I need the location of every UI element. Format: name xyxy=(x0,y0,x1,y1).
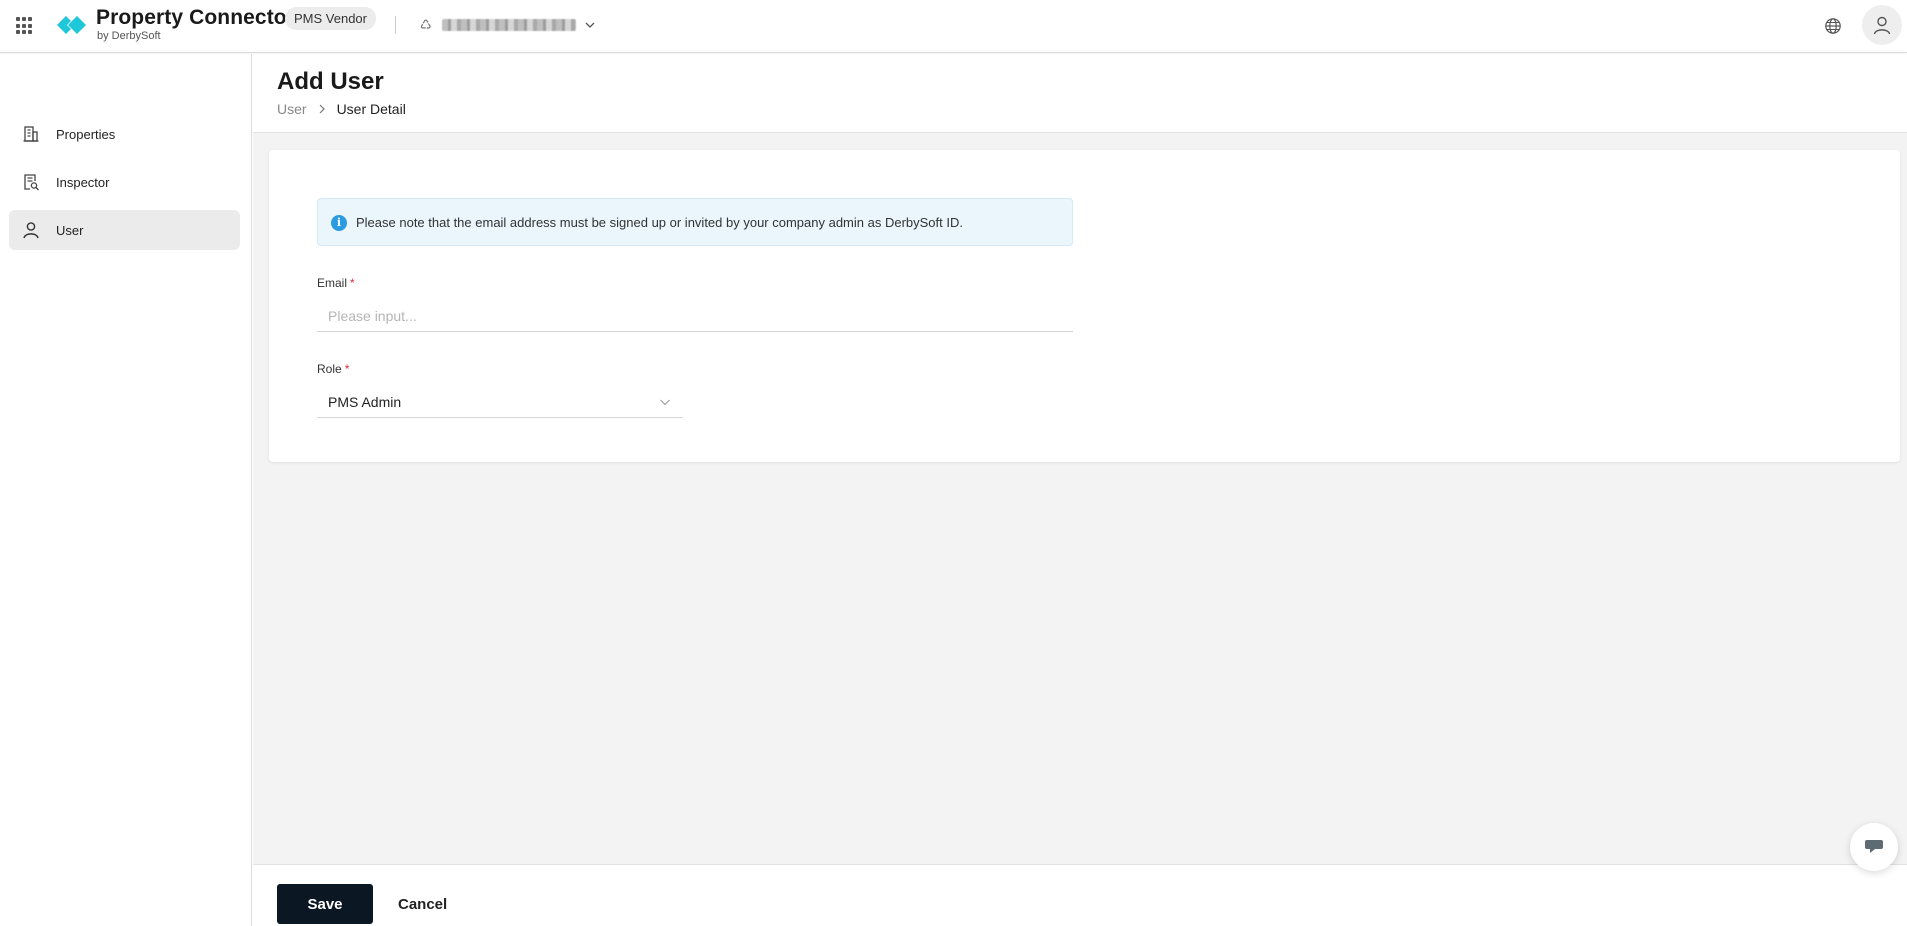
chat-bubble-icon xyxy=(1865,840,1883,853)
chat-support-button[interactable] xyxy=(1850,823,1898,871)
sidebar-item-user[interactable]: User xyxy=(9,210,240,250)
document-search-icon xyxy=(24,174,39,191)
building-icon xyxy=(23,126,39,142)
brand-title: Property Connector xyxy=(96,6,295,29)
sidebar-item-label: Properties xyxy=(56,126,116,142)
sidebar-item-label: User xyxy=(56,222,84,238)
page-header: Add User User User Detail xyxy=(253,54,1907,133)
sidebar-item-label: Inspector xyxy=(56,174,110,190)
breadcrumb: User User Detail xyxy=(277,101,406,117)
breadcrumb-current: User Detail xyxy=(336,101,406,117)
breadcrumb-user-link[interactable]: User xyxy=(277,101,307,117)
account-switcher[interactable]: ♺ xyxy=(420,14,596,36)
user-icon xyxy=(23,222,39,239)
sidebar-item-properties[interactable]: Properties xyxy=(9,114,240,154)
role-label: Role * xyxy=(317,362,350,376)
info-notice: i Please note that the email address mus… xyxy=(317,198,1073,246)
app-grid-icon[interactable] xyxy=(16,17,34,35)
email-input[interactable] xyxy=(317,300,1073,332)
vendor-badge: PMS Vendor xyxy=(285,7,376,30)
sidebar: Properties Inspector User xyxy=(0,54,252,926)
info-icon: i xyxy=(331,215,347,231)
globe-icon[interactable] xyxy=(1824,17,1842,35)
user-form-card: i Please note that the email address mus… xyxy=(269,150,1900,462)
brand-subtitle: by DerbySoft xyxy=(97,30,161,42)
cancel-button[interactable]: Cancel xyxy=(398,884,447,924)
main-content: Add User User User Detail i Please note … xyxy=(253,54,1907,926)
switch-account-icon: ♺ xyxy=(420,17,432,32)
email-label: Email * xyxy=(317,276,355,290)
account-name-redacted xyxy=(442,19,576,31)
notice-text: Please note that the email address must … xyxy=(356,215,963,230)
chevron-down-icon xyxy=(585,22,595,28)
role-selected-value: PMS Admin xyxy=(328,394,402,410)
chevron-right-icon xyxy=(319,104,325,114)
role-select[interactable]: PMS Admin xyxy=(317,386,683,418)
required-mark: * xyxy=(350,276,355,290)
page-title: Add User xyxy=(277,68,384,95)
chevron-down-icon xyxy=(660,399,670,406)
user-avatar[interactable] xyxy=(1862,5,1902,45)
top-header: Property Connector by DerbySoft PMS Vend… xyxy=(0,0,1907,53)
form-footer: Save Cancel xyxy=(253,864,1907,926)
header-divider xyxy=(395,16,396,34)
sidebar-item-inspector[interactable]: Inspector xyxy=(9,162,240,202)
required-mark: * xyxy=(344,362,350,376)
save-button[interactable]: Save xyxy=(277,884,373,924)
derbysoft-logo-icon xyxy=(57,16,86,34)
user-avatar-icon xyxy=(1873,16,1891,35)
